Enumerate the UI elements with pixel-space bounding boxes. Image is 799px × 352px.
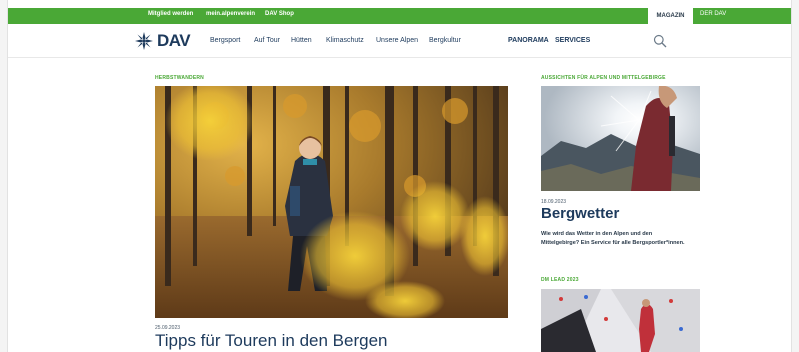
page-frame-left <box>0 0 8 352</box>
nav-item-panorama[interactable]: PANORAMA <box>508 37 549 44</box>
link-dav-shop[interactable]: DAV Shop <box>265 11 294 17</box>
nav-item-huetten[interactable]: Hütten <box>291 37 312 44</box>
nav-item-bergkultur[interactable]: Bergkultur <box>429 37 461 44</box>
climbing-teaser-image[interactable] <box>541 289 700 352</box>
sidebar-title-weather[interactable]: Bergwetter <box>541 205 619 222</box>
nav-item-bergsport[interactable]: Bergsport <box>210 37 240 44</box>
tab-magazin[interactable]: MAGAZIN <box>648 8 693 24</box>
nav-item-auf-tour[interactable]: Auf Tour <box>254 37 280 44</box>
link-become-member[interactable]: Mitglied werden <box>148 11 193 17</box>
weather-teaser-image[interactable] <box>541 86 700 191</box>
logo-text: DAV <box>157 31 191 50</box>
dav-logo[interactable]: DAV <box>134 31 191 51</box>
search-icon[interactable] <box>653 34 667 48</box>
sidebar-kicker-weather[interactable]: AUSSICHTEN FÜR ALPEN UND MITTELGEBIRGE <box>541 75 666 81</box>
main-kicker[interactable]: HERBSTWANDERN <box>155 75 204 81</box>
sidebar-kicker-lead[interactable]: DM LEAD 2023 <box>541 277 579 283</box>
main-headline[interactable]: Tipps für Touren in den Bergen <box>155 331 387 351</box>
nav-item-unsere-alpen[interactable]: Unsere Alpen <box>376 37 418 44</box>
main-header: DAV Bergsport Auf Tour Hütten Klimaschut… <box>8 24 791 58</box>
nav-item-klimaschutz[interactable]: Klimaschutz <box>326 37 364 44</box>
tab-der-dav[interactable]: DER DAV <box>700 11 726 17</box>
link-mein-alpenverein[interactable]: mein.alpenverein <box>206 11 255 17</box>
top-utility-bar: Mitglied werden mein.alpenverein DAV Sho… <box>8 8 791 24</box>
edelweiss-icon <box>135 32 153 50</box>
sidebar-desc-weather: Wie wird das Wetter in den Alpen und den… <box>541 231 685 246</box>
page-frame-right <box>791 0 799 352</box>
hero-image-autumn-hiker[interactable] <box>155 86 508 318</box>
nav-item-services[interactable]: SERVICES <box>555 37 590 44</box>
